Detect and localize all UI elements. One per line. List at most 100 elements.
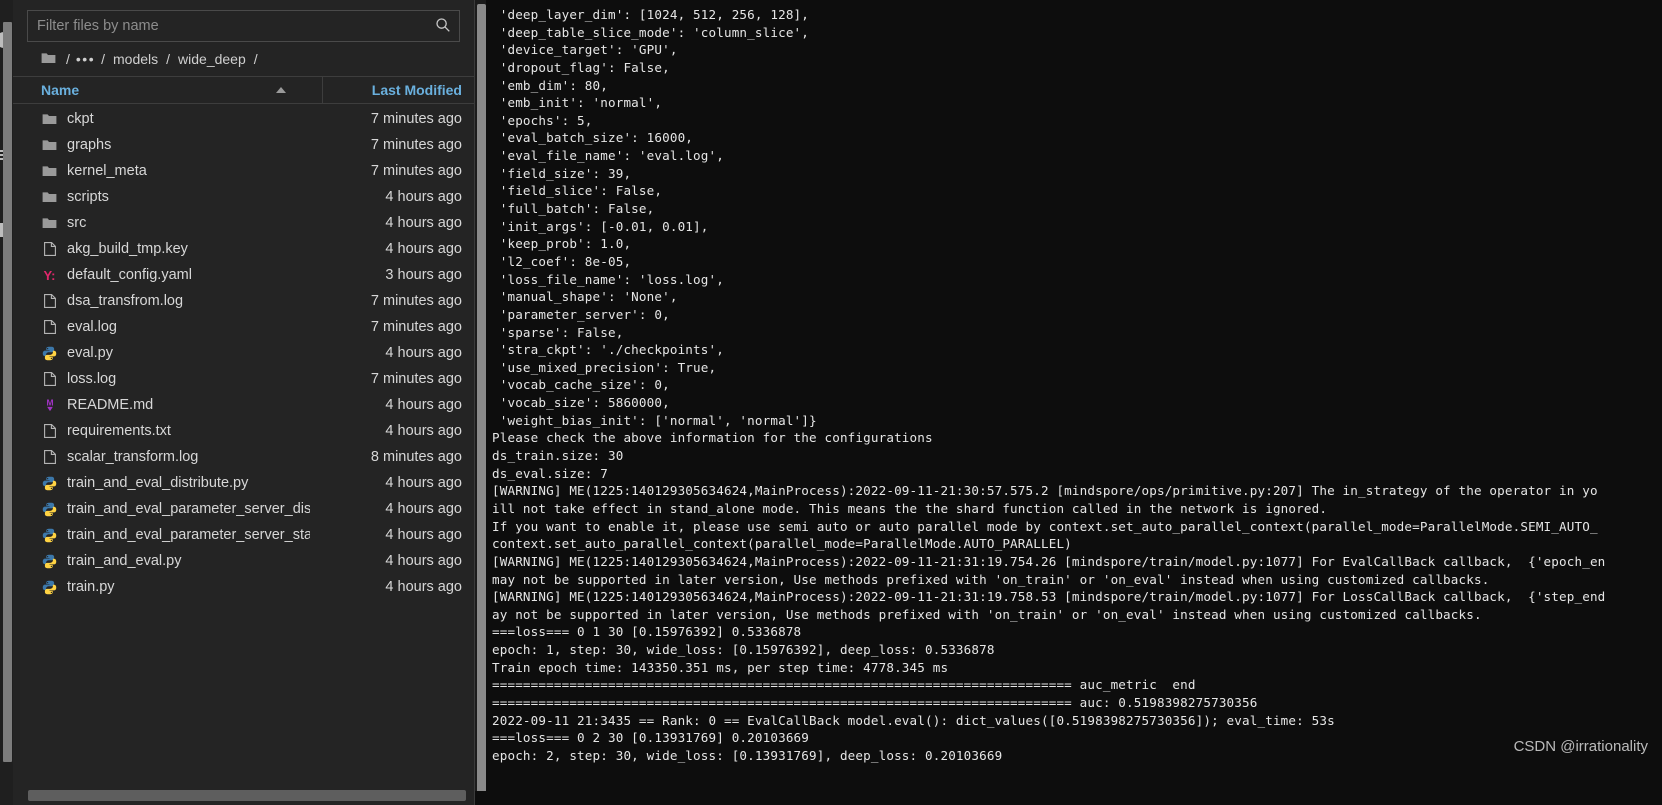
file-icon: [41, 319, 58, 336]
file-name: requirements.txt: [67, 423, 171, 439]
file-name: eval.py: [67, 345, 113, 361]
column-header-name[interactable]: Name: [13, 82, 322, 98]
file-last-modified: 7 minutes ago: [370, 319, 462, 335]
file-row[interactable]: eval.log 7 minutes ago: [13, 314, 474, 340]
terminal-line: 'deep_layer_dim': [1024, 512, 256, 128],: [492, 7, 810, 22]
file-last-modified: 4 hours ago: [385, 579, 462, 595]
file-row[interactable]: train_and_eval_parameter_server_distribu…: [13, 496, 474, 522]
file-row[interactable]: scripts 4 hours ago: [13, 184, 474, 210]
file-name: eval.log: [67, 319, 117, 335]
file-row[interactable]: kernel_meta 7 minutes ago: [13, 158, 474, 184]
file-last-modified: 8 minutes ago: [370, 449, 462, 465]
terminal-line: epoch: 2, step: 30, wide_loss: [0.139317…: [492, 747, 1003, 763]
file-row[interactable]: Y: default_config.yaml 3 hours ago: [13, 262, 474, 288]
terminal-line: 'l2_coef': 8e-05,: [492, 253, 632, 269]
terminal-scrollbar[interactable]: [477, 4, 486, 801]
file-name: graphs: [67, 137, 112, 153]
terminal-output[interactable]: 'deep_layer_dim': [1024, 512, 256, 128],…: [486, 0, 1662, 805]
terminal-line: ill not take effect in stand_alone mode.…: [492, 500, 1328, 516]
file-row[interactable]: train.py 4 hours ago: [13, 574, 474, 600]
file-last-modified: 4 hours ago: [385, 527, 462, 543]
folder-icon: [41, 111, 58, 128]
breadcrumb-segment-models[interactable]: models: [109, 51, 162, 67]
terminal-line: 'manual_shape': 'None',: [492, 289, 678, 305]
sort-ascending-icon[interactable]: [276, 87, 286, 93]
terminal-line: 'use_mixed_precision': True,: [492, 359, 717, 375]
terminal-line: 'keep_prob': 1.0,: [492, 236, 632, 252]
file-row[interactable]: loss.log 7 minutes ago: [13, 366, 474, 392]
terminal-line: 'emb_init': 'normal',: [492, 95, 663, 111]
file-row[interactable]: train_and_eval.py 4 hours ago: [13, 548, 474, 574]
terminal-line: 'eval_file_name': 'eval.log',: [492, 148, 724, 164]
rail-scrollbar[interactable]: [3, 22, 12, 762]
file-name: akg_build_tmp.key: [67, 241, 188, 257]
file-last-modified: 7 minutes ago: [370, 137, 462, 153]
breadcrumb-separator-1: /: [101, 51, 105, 67]
terminal-line: ========================================…: [492, 694, 1258, 710]
file-last-modified: 7 minutes ago: [370, 293, 462, 309]
file-list: ckpt 7 minutes ago graphs 7 minutes ago kern…: [13, 104, 474, 805]
search-box[interactable]: [27, 10, 460, 42]
file-row[interactable]: ckpt 7 minutes ago: [13, 106, 474, 132]
breadcrumb-separator-2: /: [166, 51, 171, 67]
terminal-line: 2022-09-11 21:3435 == Rank: 0 == EvalCal…: [492, 712, 1335, 728]
terminal-line: 'field_size': 39,: [492, 165, 632, 181]
file-name: scripts: [67, 189, 109, 205]
file-last-modified: 4 hours ago: [385, 475, 462, 491]
file-icon: [41, 423, 58, 440]
file-name: ckpt: [67, 111, 94, 127]
filter-row: [13, 0, 474, 42]
column-header-last-modified[interactable]: Last Modified: [322, 77, 474, 103]
terminal-line: Please check the above information for t…: [492, 430, 933, 446]
folder-icon: [41, 163, 58, 180]
breadcrumb-ellipsis[interactable]: •••: [74, 51, 97, 67]
file-row[interactable]: graphs 7 minutes ago: [13, 132, 474, 158]
file-list-horizontal-scrollbar[interactable]: [28, 790, 466, 801]
file-icon: [41, 371, 58, 388]
breadcrumb-segment-wide_deep[interactable]: wide_deep: [174, 51, 250, 67]
python-icon: [41, 579, 58, 596]
file-row[interactable]: eval.py 4 hours ago: [13, 340, 474, 366]
terminal-line: 'vocab_cache_size': 0,: [492, 377, 670, 393]
folder-icon: [41, 137, 58, 154]
file-name: loss.log: [67, 371, 117, 387]
file-row[interactable]: M README.md 4 hours ago: [13, 392, 474, 418]
terminal-line: 'dropout_flag': False,: [492, 59, 670, 75]
file-name: train_and_eval_parameter_server_standalo…: [67, 527, 310, 543]
terminal-line: ay not be supported in later version, Us…: [492, 606, 1482, 622]
file-row[interactable]: train_and_eval_distribute.py 4 hours ago: [13, 470, 474, 496]
terminal-line: 'parameter_server': 0,: [492, 306, 670, 322]
folder-icon: [41, 215, 58, 232]
file-row[interactable]: src 4 hours ago: [13, 210, 474, 236]
terminal-line: 'device_target': 'GPU',: [492, 42, 678, 58]
search-input[interactable]: [28, 11, 459, 41]
terminal-line: 'emb_dim': 80,: [492, 77, 608, 93]
file-last-modified: 4 hours ago: [385, 189, 462, 205]
terminal-bottom-edge: [475, 791, 1662, 805]
folder-icon: [41, 189, 58, 206]
breadcrumb[interactable]: / ••• / models / wide_deep /: [13, 42, 474, 76]
terminal-line: Train epoch time: 143350.351 ms, per ste…: [492, 659, 949, 675]
file-last-modified: 4 hours ago: [385, 397, 462, 413]
file-row[interactable]: dsa_transfrom.log 7 minutes ago: [13, 288, 474, 314]
terminal-line: 'stra_ckpt': './checkpoints',: [492, 342, 724, 358]
file-row[interactable]: train_and_eval_parameter_server_standalo…: [13, 522, 474, 548]
breadcrumb-separator-3: /: [253, 51, 258, 67]
file-row[interactable]: requirements.txt 4 hours ago: [13, 418, 474, 444]
file-row[interactable]: akg_build_tmp.key 4 hours ago: [13, 236, 474, 262]
python-icon: [41, 345, 58, 362]
breadcrumb-root[interactable]: /: [62, 51, 74, 67]
yaml-icon: Y:: [43, 267, 56, 283]
terminal-line: [WARNING] ME(1225:140129305634624,MainPr…: [492, 483, 1598, 499]
file-name: train_and_eval.py: [67, 553, 182, 569]
terminal-line: context.set_auto_parallel_context(parall…: [492, 536, 1072, 552]
terminal-line: ds_eval.size: 7: [492, 465, 608, 481]
file-last-modified: 4 hours ago: [385, 553, 462, 569]
terminal-panel: 'deep_layer_dim': [1024, 512, 256, 128],…: [475, 0, 1662, 805]
terminal-line: may not be supported in later version, U…: [492, 571, 1490, 587]
column-header-name-label: Name: [41, 82, 80, 98]
terminal-line: 'vocab_size': 5860000,: [492, 395, 670, 411]
terminal-line: [WARNING] ME(1225:140129305634624,MainPr…: [492, 553, 1606, 569]
file-row[interactable]: scalar_transform.log 8 minutes ago: [13, 444, 474, 470]
file-name: scalar_transform.log: [67, 449, 199, 465]
